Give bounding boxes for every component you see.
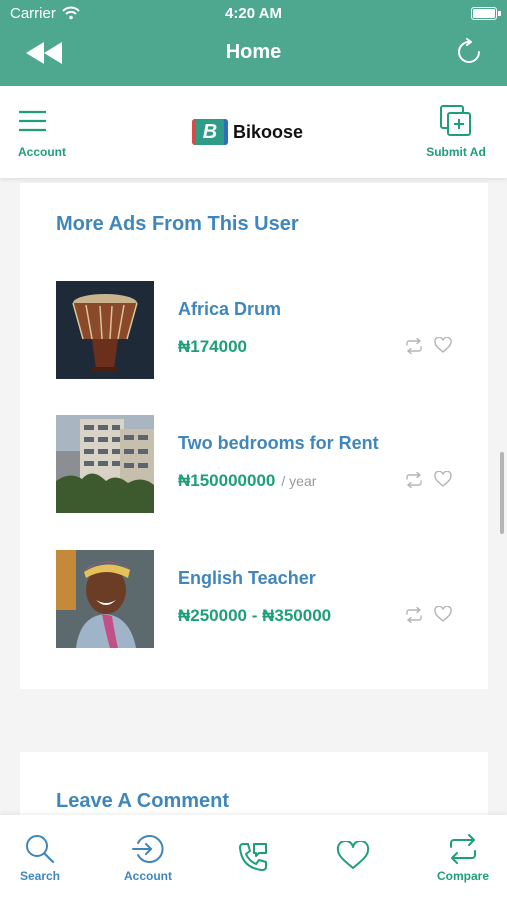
submit-ad-button[interactable]: Submit Ad: [423, 104, 489, 159]
ad-price: ₦250000 - ₦350000: [178, 606, 337, 626]
brand: B Bikoose: [192, 118, 303, 146]
tab-label: Search: [19, 869, 61, 883]
more-ads-card: More Ads From This User Africa Drum ₦174…: [20, 183, 488, 689]
section-title: More Ads From This User: [56, 213, 299, 235]
compare-icon[interactable]: [405, 472, 423, 488]
ad-image: [56, 415, 154, 513]
status-bar: Carrier 4:20 AM: [0, 0, 507, 28]
add-copy-icon: [440, 105, 471, 136]
ad-image: [56, 281, 154, 379]
ad-list-item[interactable]: Two bedrooms for Rent ₦150000000 / year: [56, 415, 456, 513]
scrollbar[interactable]: [500, 452, 504, 534]
refresh-icon[interactable]: [455, 38, 483, 66]
ad-title[interactable]: Africa Drum: [178, 299, 281, 320]
app-header: Carrier 4:20 AM Home: [0, 0, 507, 86]
ad-price: ₦174000: [178, 337, 253, 357]
price-value: ₦150000000: [178, 471, 276, 490]
ad-title[interactable]: Two bedrooms for Rent: [178, 433, 379, 454]
tab-favorites[interactable]: [313, 841, 393, 871]
price-value: ₦250000 - ₦350000: [178, 606, 332, 625]
tab-account[interactable]: Account: [108, 833, 188, 883]
bottom-tab-bar: Search Account Compare: [0, 815, 507, 900]
submit-ad-label: Submit Ad: [426, 145, 486, 159]
account-label: Account: [18, 145, 66, 159]
brand-logo: B: [192, 119, 228, 145]
heart-icon[interactable]: [434, 337, 452, 354]
ad-list-item[interactable]: English Teacher ₦250000 - ₦350000: [56, 550, 456, 648]
ad-list-item[interactable]: Africa Drum ₦174000: [56, 281, 456, 379]
heart-icon[interactable]: [434, 606, 452, 623]
tab-label: Account: [124, 869, 172, 883]
compare-icon[interactable]: [405, 607, 423, 623]
tab-compare[interactable]: Compare: [423, 833, 503, 883]
tab-label: Compare: [436, 869, 489, 883]
price-value: ₦174000: [178, 337, 248, 356]
ad-title[interactable]: English Teacher: [178, 568, 316, 589]
toolbar: Account B Bikoose Submit Ad: [0, 86, 507, 178]
price-unit: / year: [281, 473, 317, 489]
brand-logo-letter: B: [202, 121, 218, 143]
tab-contact[interactable]: [213, 841, 293, 873]
ad-image: [56, 550, 154, 648]
phone-chat-icon: [239, 843, 267, 871]
compare-icon[interactable]: [405, 338, 423, 354]
search-icon: [26, 835, 55, 864]
menu-icon: [19, 110, 46, 132]
compare-icon: [450, 834, 476, 864]
account-button[interactable]: Account: [18, 108, 78, 159]
status-time: 4:20 AM: [225, 5, 282, 22]
page-title: Home: [225, 41, 282, 63]
ad-price: ₦150000000 / year: [178, 471, 316, 491]
login-icon: [132, 835, 164, 863]
tab-search[interactable]: Search: [0, 833, 80, 883]
comment-title: Leave A Comment: [56, 790, 230, 812]
brand-name: Bikoose: [233, 121, 304, 142]
battery-icon: [471, 7, 497, 20]
heart-icon: [336, 841, 370, 869]
battery-tip: [498, 11, 501, 16]
heart-icon[interactable]: [434, 471, 452, 488]
